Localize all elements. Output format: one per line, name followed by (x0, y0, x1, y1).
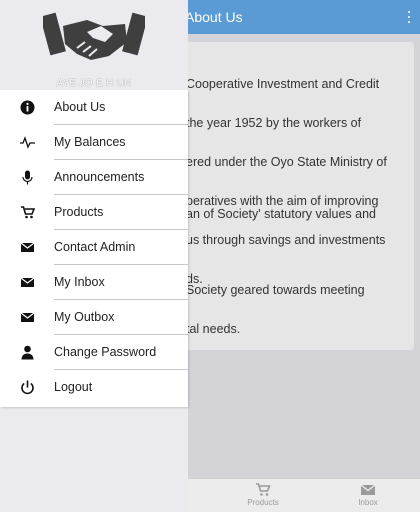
menu-item-label: Products (54, 205, 104, 219)
activity-icon (20, 136, 35, 149)
mail-icon (360, 484, 376, 495)
handshake-icon (43, 12, 145, 60)
info-icon (20, 100, 35, 115)
mail-icon (20, 242, 35, 252)
menu-item-change-password[interactable]: Change Password (0, 335, 188, 370)
about-line: an of Society' statutory values and (186, 207, 376, 221)
drawer-menu: About Us My Balances Announcements Produ… (0, 90, 188, 407)
navigation-drawer: AYE JO E H UN About Us My Balances Annou… (0, 0, 188, 512)
menu-item-label: Logout (54, 380, 93, 394)
about-text-block-2: an of Society' statutory values and (186, 182, 376, 247)
tab-label: Products (247, 498, 279, 507)
menu-item-logout[interactable]: Logout (0, 370, 188, 405)
about-content-card: Cooperative Investment and Credit the ye… (176, 42, 414, 350)
about-line: the year 1952 by the workers of (186, 116, 362, 130)
menu-item-label: Contact Admin (54, 240, 136, 254)
about-text-block-3: Society geared towards meeting tal needs… (186, 258, 365, 362)
menu-item-my-outbox[interactable]: My Outbox (0, 300, 188, 335)
tab-inbox[interactable]: Inbox (338, 483, 398, 507)
more-vert-icon[interactable] (404, 9, 414, 25)
tab-label: Inbox (358, 498, 378, 507)
power-icon (21, 380, 34, 395)
menu-item-my-inbox[interactable]: My Inbox (0, 265, 188, 300)
page-title: About Us (185, 9, 243, 25)
menu-item-label: Announcements (54, 170, 145, 184)
menu-item-about-us[interactable]: About Us (0, 90, 188, 125)
about-line: ered under the Oyo State Ministry of (186, 155, 387, 169)
menu-item-contact-admin[interactable]: Contact Admin (0, 230, 188, 265)
microphone-icon (22, 170, 33, 185)
menu-item-label: Change Password (54, 345, 157, 359)
mail-icon (20, 277, 35, 287)
menu-item-announcements[interactable]: Announcements (0, 160, 188, 195)
about-line: Cooperative Investment and Credit (186, 77, 380, 91)
menu-item-label: About Us (54, 100, 106, 114)
tab-products[interactable]: Products (233, 483, 293, 507)
user-icon (21, 345, 34, 360)
mail-icon (20, 312, 35, 322)
cart-icon (21, 206, 35, 219)
menu-item-label: My Inbox (54, 275, 105, 289)
menu-item-label: My Outbox (54, 310, 115, 324)
menu-item-label: My Balances (54, 135, 126, 149)
about-line: Society geared towards meeting (186, 283, 365, 297)
brand-name: AYE JO E H UN (56, 78, 132, 89)
menu-item-products[interactable]: Products (0, 195, 188, 230)
drawer-header: AYE JO E H UN (0, 0, 188, 92)
cart-icon (256, 483, 271, 496)
about-line: tal needs. (186, 322, 241, 336)
menu-item-my-balances[interactable]: My Balances (0, 125, 188, 160)
